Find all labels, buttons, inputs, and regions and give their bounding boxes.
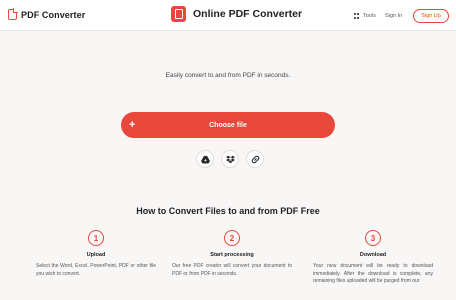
sign-in-link[interactable]: Sign In [385,13,402,19]
site-title-link[interactable]: Online PDF Converter [171,6,302,22]
how-to-heading: How to Convert Files to and from PDF Fre… [136,206,320,216]
choose-file-label: Choose file [209,121,247,129]
grid-icon [354,13,360,19]
step-number-badge: 2 [224,230,240,246]
dropbox-icon [225,155,235,163]
choose-file-button[interactable]: + Choose file [121,112,335,138]
step-title: Download [359,252,387,258]
link-icon [251,155,259,163]
top-navigation-bar: PDF Converter Online PDF Converter Tools… [0,0,456,31]
step-upload: 1 Upload Select the Word, Excel, PowerPo… [36,230,156,278]
google-drive-button[interactable] [196,150,214,168]
url-link-button[interactable] [246,150,264,168]
step-start-processing: 2 Start processing Our free PDF creator … [172,230,292,278]
step-download: 3 Download Your new document will be rea… [313,230,433,286]
step-number-badge: 1 [88,230,104,246]
brand-link[interactable]: PDF Converter [8,8,86,20]
brand-name: PDF Converter [21,9,86,20]
upload-sources [196,150,264,168]
step-title: Upload [86,252,106,258]
step-title: Start processing [210,252,254,258]
tagline: Easily convert to and from PDF in second… [165,72,291,79]
tools-menu[interactable]: Tools [354,13,376,19]
tools-label: Tools [363,13,376,19]
pdf-logo-icon [171,6,186,22]
google-drive-icon [200,155,210,164]
sign-up-button[interactable]: Sign Up [413,9,449,23]
step-number-badge: 3 [365,230,381,246]
step-description: Our free PDF creator will convert your d… [172,263,292,277]
site-title: Online PDF Converter [193,8,303,20]
document-icon [8,8,18,20]
step-description: Select the Word, Excel, PowerPoint, PDF … [36,263,156,277]
plus-icon: + [129,119,136,131]
step-description: Your new document will be ready to downl… [313,263,433,284]
dropbox-button[interactable] [221,150,239,168]
